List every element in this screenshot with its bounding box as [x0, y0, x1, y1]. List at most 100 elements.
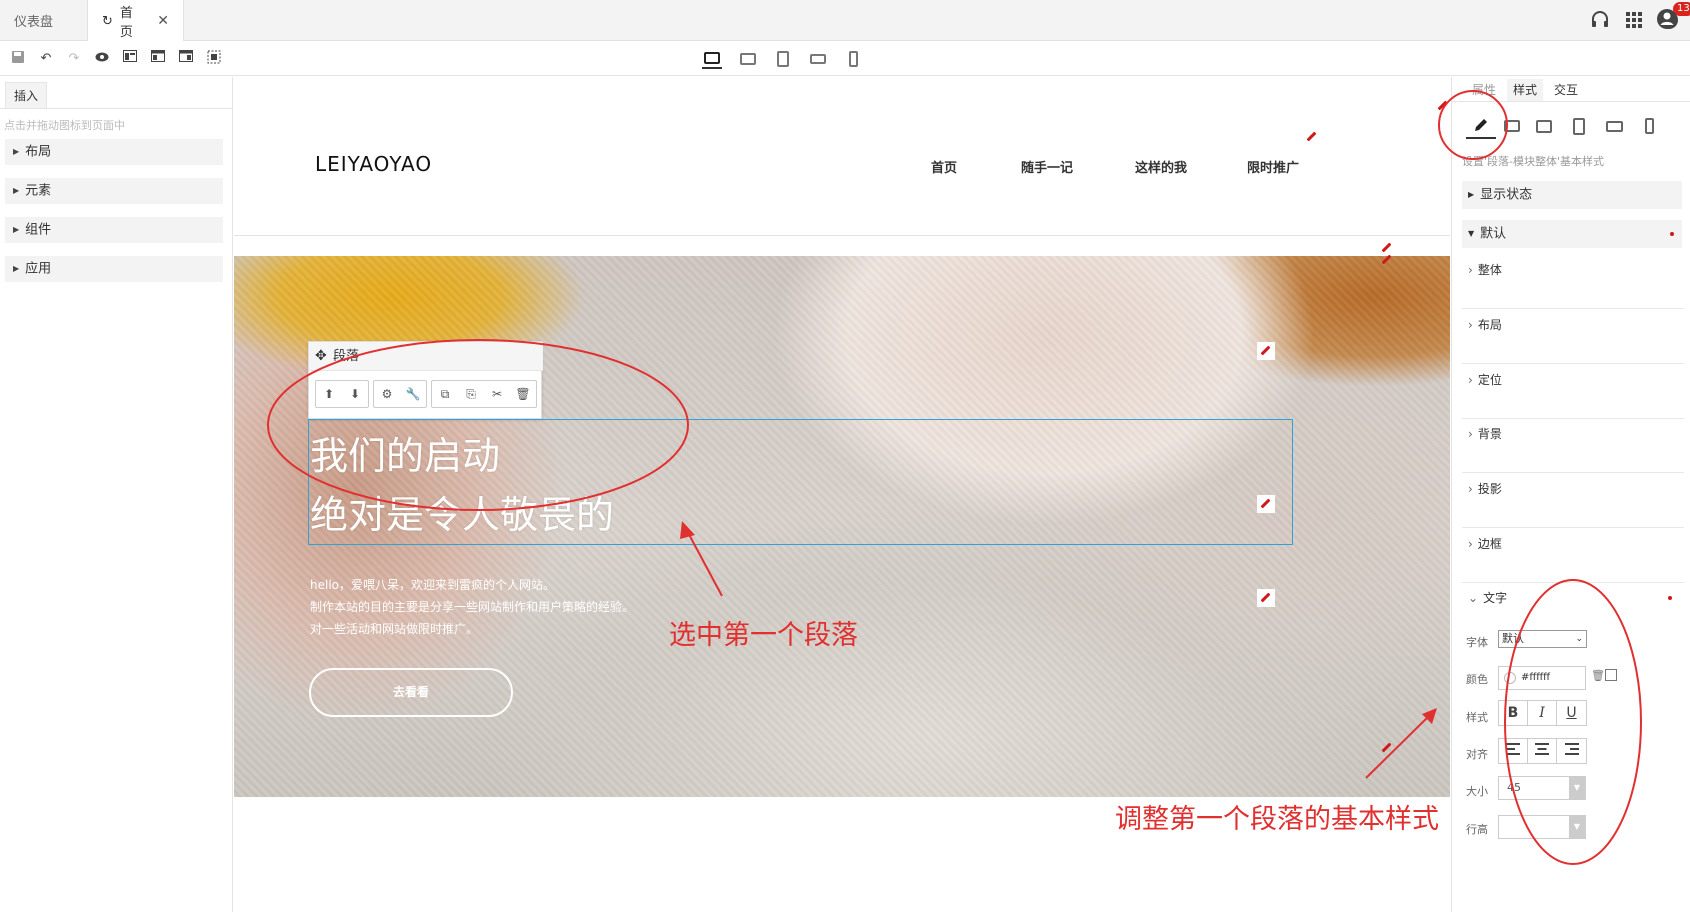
spinner-icon[interactable]: ▼	[1569, 777, 1585, 799]
category-components[interactable]: ▶ 组件	[5, 217, 223, 243]
copy-icon[interactable]: ⧉	[432, 381, 458, 407]
properties-panel: 属性 样式 交互 设置'段落-模块整体'基本样式 ▶ 显示状态 ▼ 默认 › 整体 ›…	[1451, 77, 1690, 912]
line-height-input[interactable]: ▼	[1498, 815, 1586, 839]
edit-pencil-icon[interactable]	[1303, 128, 1321, 146]
save-icon[interactable]	[9, 50, 27, 68]
tab-home[interactable]: ↻ 首页 ✕	[88, 0, 184, 42]
close-icon[interactable]: ✕	[157, 13, 169, 29]
layout1-icon[interactable]	[121, 50, 139, 68]
align-center-button[interactable]	[1528, 739, 1557, 763]
editor-canvas[interactable]: LEIYAOYAO 首页 随手一记 这样的我 限时推广 段落 ✥ ⬆ ⬇ ⚙ 🔧…	[234, 77, 1450, 912]
wrench-icon[interactable]: 🔧	[400, 381, 426, 407]
trash-icon[interactable]: 🗑	[1591, 669, 1605, 682]
category-layout[interactable]: ▶ 布局	[5, 139, 223, 165]
grid-icon[interactable]	[1622, 8, 1646, 32]
gear-icon[interactable]: ⚙	[374, 381, 400, 407]
tab-attributes[interactable]: 属性	[1472, 79, 1496, 101]
caret-right-icon: ▶	[1468, 190, 1475, 199]
tab-dashboard[interactable]: 仪表盘	[0, 0, 88, 41]
layout3-icon[interactable]	[177, 50, 195, 68]
hero-title-paragraph[interactable]: 我们的启动 绝对是令人敬畏的	[310, 427, 614, 545]
hero-cta-button[interactable]: 去看看	[309, 668, 513, 717]
font-size-input[interactable]: 45 ▼	[1498, 776, 1586, 800]
mobile-device-icon[interactable]	[843, 49, 863, 69]
desktop-device-icon[interactable]	[702, 49, 722, 69]
subsection-position[interactable]: › 定位	[1462, 364, 1684, 419]
color-input[interactable]: #ffffff	[1498, 666, 1586, 690]
pencil-edit-icon[interactable]	[1466, 113, 1496, 139]
nav-notes[interactable]: 随手一记	[1021, 157, 1073, 176]
tablet-device-icon[interactable]	[773, 49, 793, 69]
category-apps[interactable]: ▶ 应用	[5, 256, 223, 282]
section-display-state[interactable]: ▶ 显示状态	[1462, 181, 1682, 209]
subsection-label: 文字	[1483, 591, 1508, 605]
subsection-text[interactable]: ⌄ 文字	[1462, 582, 1684, 637]
font-select[interactable]: 默认 ⌄	[1498, 630, 1587, 648]
redo-icon[interactable]: ↷	[65, 50, 83, 68]
bold-button[interactable]: B	[1499, 701, 1528, 725]
tablet-device-icon[interactable]	[1568, 115, 1590, 137]
font-label: 字体	[1466, 636, 1488, 649]
layout2-icon[interactable]	[149, 50, 167, 68]
nav-home[interactable]: 首页	[931, 157, 957, 176]
subsection-whole[interactable]: › 整体	[1462, 254, 1684, 309]
move-button-group: ⬆ ⬇	[315, 380, 369, 408]
preview-icon[interactable]	[93, 50, 111, 68]
tab-style[interactable]: 样式	[1507, 79, 1544, 101]
edit-button-group: ⧉ ⎘ ✂ 🗑	[431, 380, 537, 408]
tablet-landscape-device-icon[interactable]	[808, 49, 828, 69]
color-swatch[interactable]	[1504, 672, 1516, 684]
align-right-button[interactable]	[1557, 739, 1586, 763]
tablet-landscape-device-icon[interactable]	[1603, 115, 1625, 137]
underline-button[interactable]: U	[1557, 701, 1586, 725]
edit-pencil-icon[interactable]	[1378, 739, 1396, 757]
move-down-icon[interactable]: ⬇	[342, 381, 368, 407]
laptop-device-icon[interactable]	[738, 49, 758, 69]
tab-bar: 仪表盘 ↻ 首页 ✕ 13	[0, 0, 1690, 42]
subsection-layout[interactable]: › 布局	[1462, 309, 1684, 364]
spinner-icon[interactable]: ▼	[1569, 816, 1585, 838]
paste-icon[interactable]: ⎘	[458, 381, 484, 407]
select-icon[interactable]	[205, 50, 223, 68]
font-value: 默认	[1502, 632, 1524, 645]
category-elements[interactable]: ▶ 元素	[5, 178, 223, 204]
insert-tab[interactable]: 插入	[5, 82, 47, 108]
subsection-border[interactable]: › 边框	[1462, 528, 1684, 583]
edit-pencil-icon[interactable]	[1257, 589, 1275, 607]
subsection-label: 整体	[1477, 263, 1502, 277]
align-label: 对齐	[1466, 748, 1488, 761]
edit-pencil-icon[interactable]	[1434, 97, 1452, 115]
subsection-background[interactable]: › 背景	[1462, 418, 1684, 473]
headset-icon[interactable]	[1588, 8, 1612, 32]
edit-pencil-icon[interactable]	[1257, 495, 1275, 513]
hero-description[interactable]: hello，爱喂八呆，欢迎来到雷疯的个人网站。 制作本站的目的主要是分享一些网站…	[310, 574, 634, 640]
line-height-label: 行高	[1466, 823, 1488, 836]
nav-promo[interactable]: 限时推广	[1247, 157, 1299, 176]
site-logo[interactable]: LEIYAOYAO	[315, 152, 432, 176]
subsection-shadow[interactable]: › 投影	[1462, 473, 1684, 528]
tab-interaction[interactable]: 交互	[1554, 79, 1578, 101]
refresh-icon[interactable]: ↻	[102, 14, 113, 29]
edit-pencil-icon[interactable]	[1257, 342, 1275, 360]
annotation-adjust-style: 调整第一个段落的基本样式	[1115, 804, 1439, 835]
nav-about[interactable]: 这样的我	[1135, 157, 1187, 176]
settings-button-group: ⚙ 🔧	[373, 380, 427, 408]
hero-title-line1: 我们的启动	[310, 434, 501, 478]
user-icon[interactable]	[1656, 8, 1680, 32]
trash-icon[interactable]: 🗑	[510, 381, 536, 407]
desktop-device-icon[interactable]	[1501, 115, 1523, 137]
undo-icon[interactable]: ↶	[37, 50, 55, 68]
laptop-device-icon[interactable]	[1533, 115, 1555, 137]
edit-pencil-icon[interactable]	[1378, 251, 1396, 269]
chevron-right-icon: ›	[1468, 373, 1473, 387]
italic-button[interactable]: I	[1528, 701, 1557, 725]
caret-right-icon: ▶	[13, 225, 20, 234]
clear-color-icon[interactable]	[1605, 669, 1617, 681]
subsection-label: 背景	[1477, 427, 1502, 441]
align-left-button[interactable]	[1499, 739, 1528, 763]
section-default[interactable]: ▼ 默认	[1462, 220, 1682, 248]
move-icon[interactable]: ✥	[315, 342, 327, 371]
mobile-device-icon[interactable]	[1638, 115, 1660, 137]
move-up-icon[interactable]: ⬆	[316, 381, 342, 407]
cut-icon[interactable]: ✂	[484, 381, 510, 407]
